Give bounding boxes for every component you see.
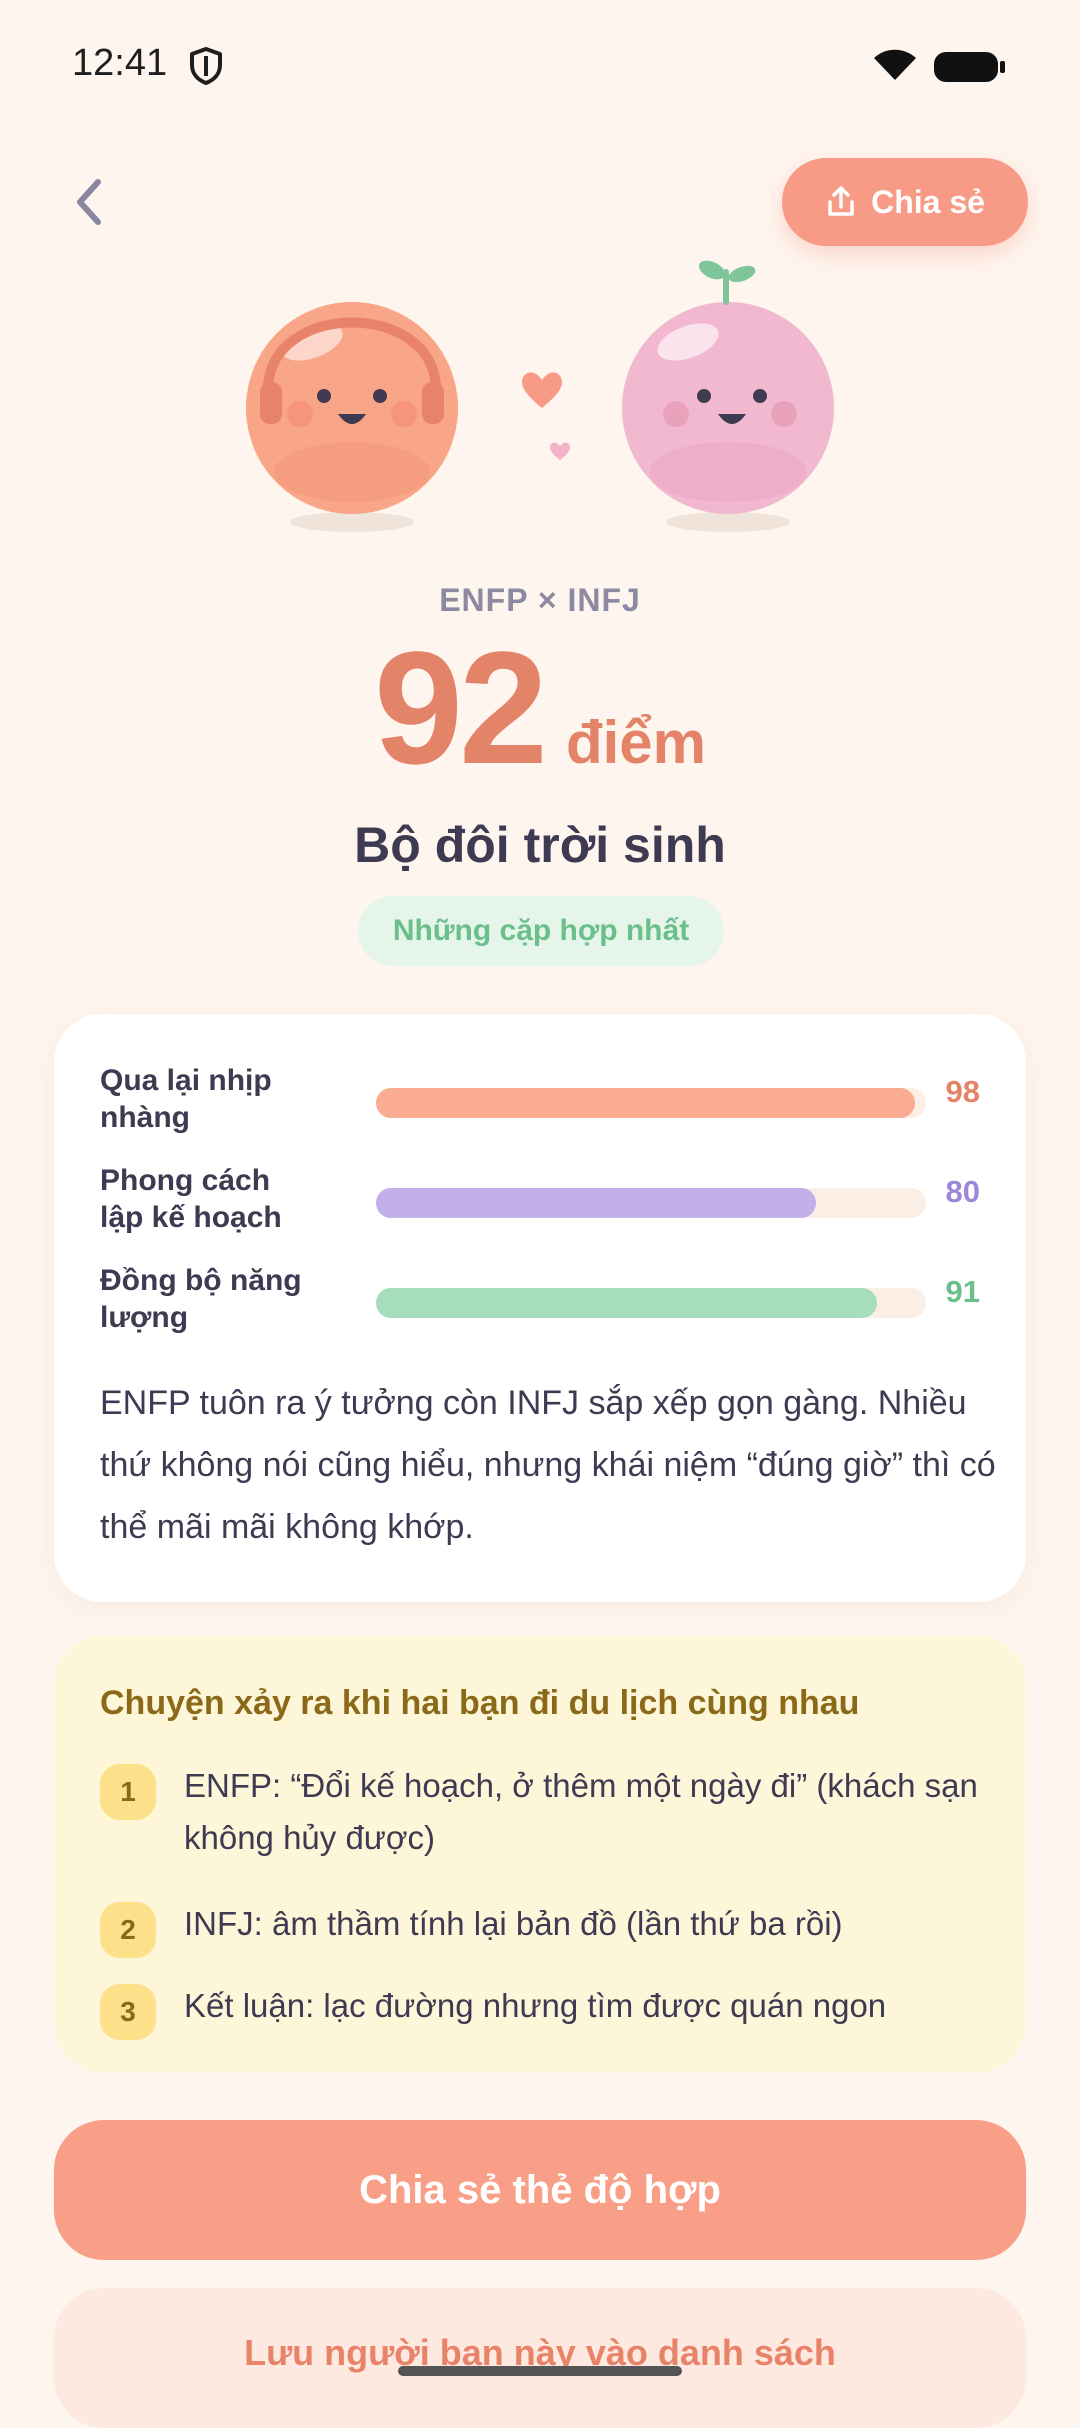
metric-label: Đồng bộ năng lượng xyxy=(100,1264,302,1334)
mascot-illustration xyxy=(246,260,834,532)
orange-mascot xyxy=(246,302,458,532)
story-title: Chuyện xảy ra khi hai bạn đi du lịch cùn… xyxy=(100,1684,860,1722)
status-time: 12:41 xyxy=(72,42,168,84)
share-button[interactable]: Chia sẻ xyxy=(782,158,1028,246)
travel-story-card: Chuyện xảy ra khi hai bạn đi du lịch cùn… xyxy=(54,1636,1026,2072)
item-text: ENFP: “Đổi kế hoạch, ở thêm một ngày đi”… xyxy=(184,1767,978,1856)
save-friend-button[interactable]: Lưu người bạn này vào danh sách xyxy=(54,2288,1026,2428)
result-title: Bộ đôi trời sinh xyxy=(354,817,726,873)
item-number: 3 xyxy=(100,1984,156,2040)
item-text: INFJ: âm thầm tính lại bản đồ (lần thứ b… xyxy=(184,1905,843,1942)
item-number: 1 xyxy=(100,1764,156,1820)
metric-label: Qua lại nhịp nhàng xyxy=(100,1064,272,1134)
wifi-icon xyxy=(874,49,916,80)
score-number: 92 xyxy=(373,618,548,797)
share-label: Chia sẻ xyxy=(871,183,985,220)
heart-icon xyxy=(522,372,562,408)
pink-mascot xyxy=(622,260,834,532)
back-icon[interactable] xyxy=(60,170,120,234)
sprout-icon xyxy=(698,260,756,305)
metric-row: Đồng bộ năng lượng 91 xyxy=(100,1262,980,1342)
status-badge: Những cặp hợp nhất xyxy=(358,896,724,966)
home-indicator xyxy=(398,2366,682,2376)
metric-bar-fill xyxy=(376,1088,915,1118)
metric-bar xyxy=(376,1288,926,1318)
metric-row: Qua lại nhịp nhàng 98 xyxy=(100,1062,980,1142)
share-card-button[interactable]: Chia sẻ thẻ độ hợp xyxy=(54,2120,1026,2260)
compatibility-card: Qua lại nhịp nhàng 98 Phong cách lập kế … xyxy=(54,1014,1026,1602)
metric-value: 80 xyxy=(945,1174,980,1209)
compatibility-description: ENFP tuôn ra ý tưởng còn INFJ sắp xếp gọ… xyxy=(100,1384,996,1546)
metric-value: 98 xyxy=(945,1074,980,1109)
metric-value: 91 xyxy=(945,1274,980,1309)
heart-small-icon xyxy=(550,442,570,460)
battery-icon xyxy=(934,52,1005,82)
shield-icon xyxy=(190,47,222,85)
metric-label: Phong cách lập kế hoạch xyxy=(100,1164,282,1234)
metric-row: Phong cách lập kế hoạch 80 xyxy=(100,1162,980,1242)
score-unit: điểm xyxy=(565,709,706,776)
item-number: 2 xyxy=(100,1902,156,1958)
type-pair: ENFP × INFJ xyxy=(439,582,641,618)
metric-bar-fill xyxy=(376,1288,877,1318)
share-icon xyxy=(828,186,854,216)
item-text: Kết luận: lạc đường nhưng tìm được quán … xyxy=(184,1987,887,2024)
metric-bar-fill xyxy=(376,1188,816,1218)
score: 92 điểm xyxy=(0,628,1080,788)
metric-bar xyxy=(376,1188,926,1218)
metric-bar xyxy=(376,1088,926,1118)
